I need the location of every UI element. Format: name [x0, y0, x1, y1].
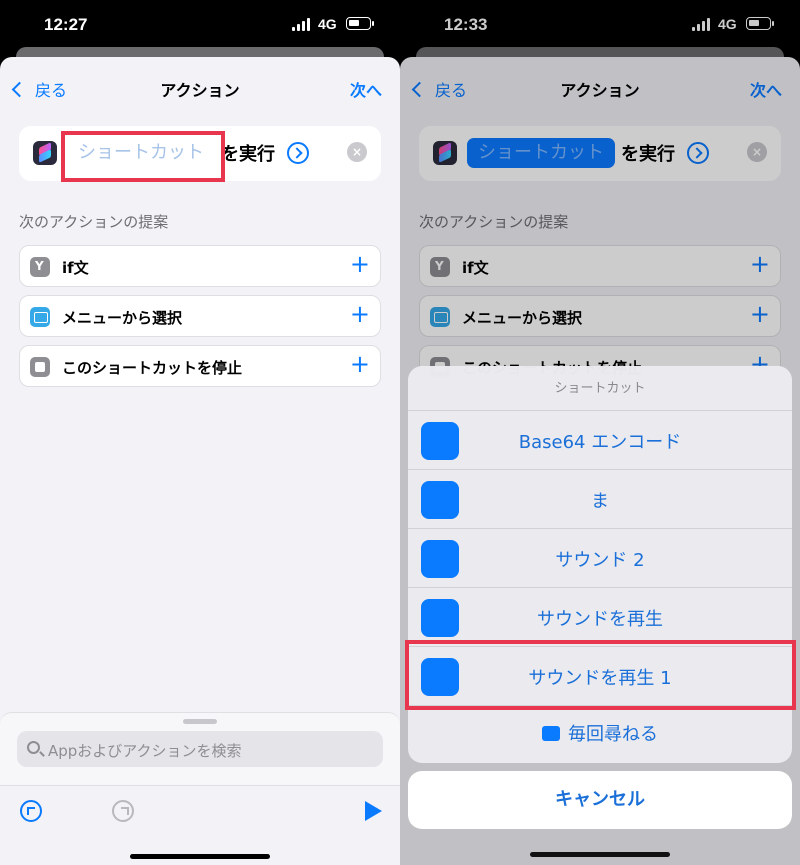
action-search-panel: Appおよびアクションを検索	[0, 712, 400, 865]
message-bubble-icon	[542, 725, 560, 741]
status-bar: 12:27 4G	[0, 0, 400, 50]
undo-icon[interactable]	[20, 800, 42, 822]
editor-toolbar	[0, 785, 400, 865]
ask-each-time-button[interactable]: 毎回尋ねる	[408, 707, 792, 763]
menu-icon	[30, 307, 50, 327]
ask-label: 毎回尋ねる	[568, 724, 658, 745]
network-label: 4G	[318, 16, 337, 32]
page-title: アクション	[160, 81, 240, 100]
if-icon	[30, 257, 50, 277]
next-button[interactable]: 次へ	[350, 77, 382, 101]
nav-bar: 戻る アクション 次へ	[0, 57, 400, 117]
play-icon[interactable]	[365, 801, 382, 821]
suggestion-label: メニューから選択	[62, 309, 183, 327]
picker-option-label: Base64 エンコード	[518, 432, 682, 453]
home-indicator	[130, 854, 270, 859]
expand-arrow-icon[interactable]	[287, 142, 309, 164]
picker-header: ショートカット	[408, 366, 792, 411]
left-screen: 12:27 4G 戻る アクション 次へ ショートカット を実行 × 次のアクシ…	[0, 0, 400, 865]
remove-action-button[interactable]: ×	[347, 142, 367, 162]
stop-icon	[30, 357, 50, 377]
search-input[interactable]: Appおよびアクションを検索	[17, 731, 383, 767]
add-icon[interactable]: +	[350, 300, 370, 328]
picker-option[interactable]: サウンドを再生	[408, 588, 792, 647]
home-indicator	[530, 852, 670, 857]
suggestions-heading: 次のアクションの提案	[19, 213, 169, 231]
suggestion-choose-from-menu[interactable]: メニューから選択 +	[19, 295, 381, 337]
add-icon[interactable]: +	[350, 250, 370, 278]
highlight-box	[61, 131, 225, 182]
picker-option-label: サウンド 2	[555, 550, 645, 571]
battery-icon	[346, 17, 374, 30]
picker-option[interactable]: Base64 エンコード	[408, 411, 792, 470]
suggestion-label: if文	[62, 259, 89, 277]
picker-option-label: サウンドを再生	[537, 609, 663, 630]
signal-icon	[292, 18, 312, 31]
search-placeholder: Appおよびアクションを検索	[48, 742, 242, 760]
picker-option-label: ま	[591, 491, 609, 512]
cancel-button[interactable]: キャンセル	[408, 771, 792, 829]
suggestion-stop-shortcut[interactable]: このショートカットを停止 +	[19, 345, 381, 387]
status-time: 12:27	[44, 15, 88, 34]
suggestion-if[interactable]: if文 +	[19, 245, 381, 287]
picker-option[interactable]: ま	[408, 470, 792, 529]
highlight-box	[405, 640, 796, 710]
add-icon[interactable]: +	[350, 350, 370, 378]
run-label: を実行	[221, 144, 275, 165]
drag-handle[interactable]	[183, 719, 217, 724]
picker-option[interactable]: サウンド 2	[408, 529, 792, 588]
redo-icon[interactable]	[112, 800, 134, 822]
search-icon	[27, 741, 40, 754]
shortcuts-app-icon	[33, 141, 57, 165]
suggestion-label: このショートカットを停止	[62, 359, 243, 377]
